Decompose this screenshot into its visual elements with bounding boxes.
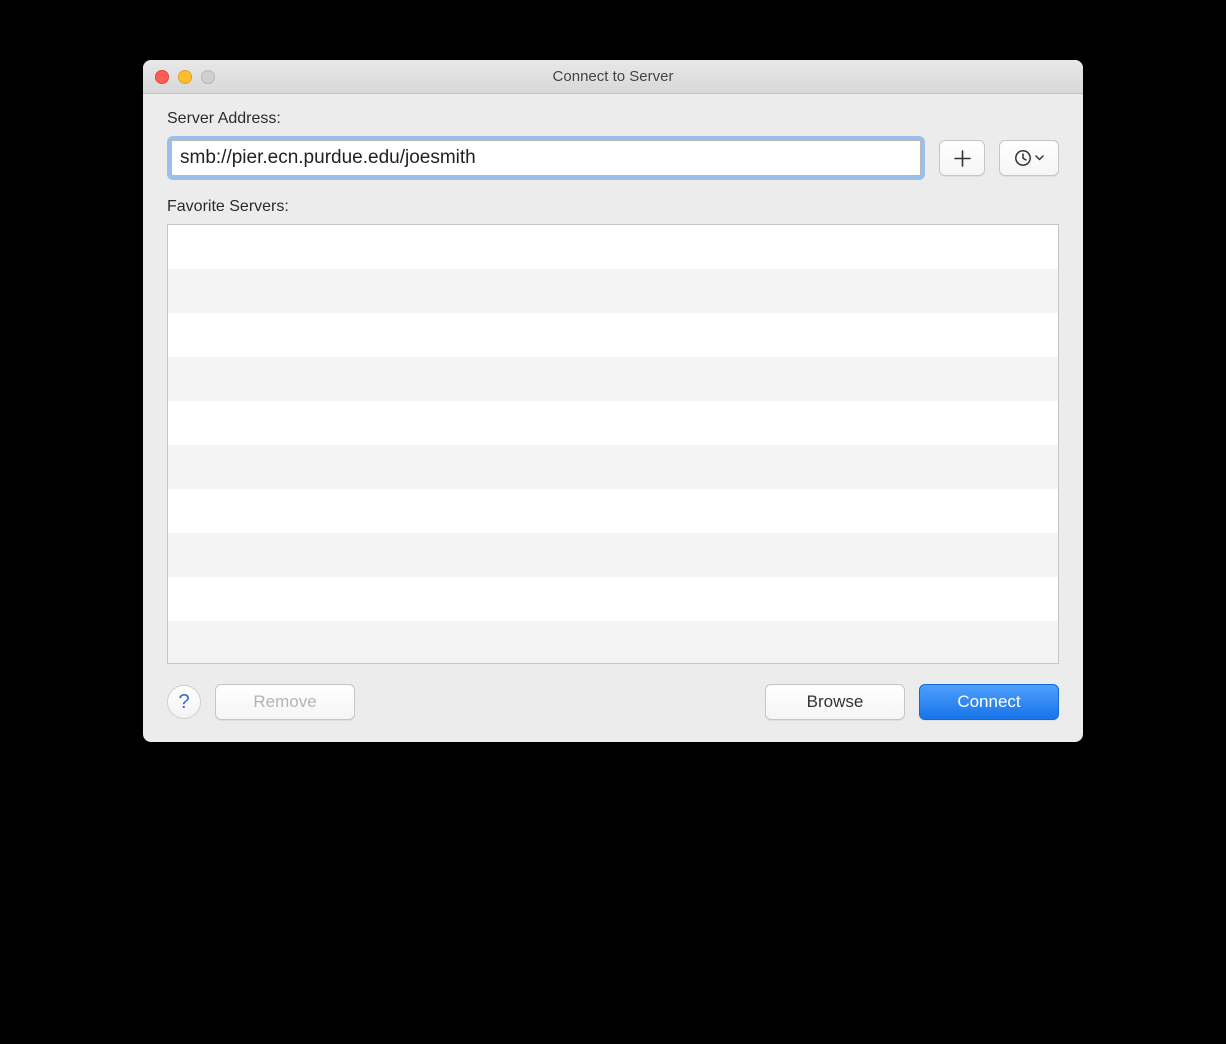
help-button[interactable]: ? xyxy=(167,685,201,719)
plus-icon xyxy=(954,150,971,167)
list-item xyxy=(168,621,1058,664)
clock-icon xyxy=(1014,149,1044,167)
list-item xyxy=(168,225,1058,269)
help-icon: ? xyxy=(178,691,189,714)
add-favorite-button[interactable] xyxy=(939,140,985,176)
zoom-icon xyxy=(201,70,215,84)
minimize-icon[interactable] xyxy=(178,70,192,84)
list-item xyxy=(168,357,1058,401)
browse-button-label: Browse xyxy=(807,692,864,712)
remove-button-label: Remove xyxy=(253,692,316,712)
remove-button: Remove xyxy=(215,684,355,720)
favorite-servers-list[interactable] xyxy=(167,224,1059,664)
footer: ? Remove Browse Connect xyxy=(167,684,1059,720)
list-item xyxy=(168,533,1058,577)
list-item xyxy=(168,489,1058,533)
window-title: Connect to Server xyxy=(143,68,1083,85)
browse-button[interactable]: Browse xyxy=(765,684,905,720)
list-item xyxy=(168,313,1058,357)
address-row xyxy=(167,136,1059,180)
favorite-servers-label: Favorite Servers: xyxy=(167,198,1059,216)
list-item xyxy=(168,445,1058,489)
connect-button-label: Connect xyxy=(957,692,1020,712)
list-item xyxy=(168,401,1058,445)
list-item xyxy=(168,577,1058,621)
chevron-down-icon xyxy=(1035,155,1044,161)
connect-to-server-window: Connect to Server Server Address: Favori… xyxy=(143,60,1083,742)
list-item xyxy=(168,269,1058,313)
titlebar: Connect to Server xyxy=(143,60,1083,94)
server-address-input[interactable] xyxy=(171,140,921,176)
traffic-lights xyxy=(143,70,215,84)
connect-button[interactable]: Connect xyxy=(919,684,1059,720)
address-focus-ring xyxy=(167,136,925,180)
history-button[interactable] xyxy=(999,140,1059,176)
window-content: Server Address: Favorite Servers: xyxy=(143,94,1083,742)
close-icon[interactable] xyxy=(155,70,169,84)
server-address-label: Server Address: xyxy=(167,110,1059,128)
